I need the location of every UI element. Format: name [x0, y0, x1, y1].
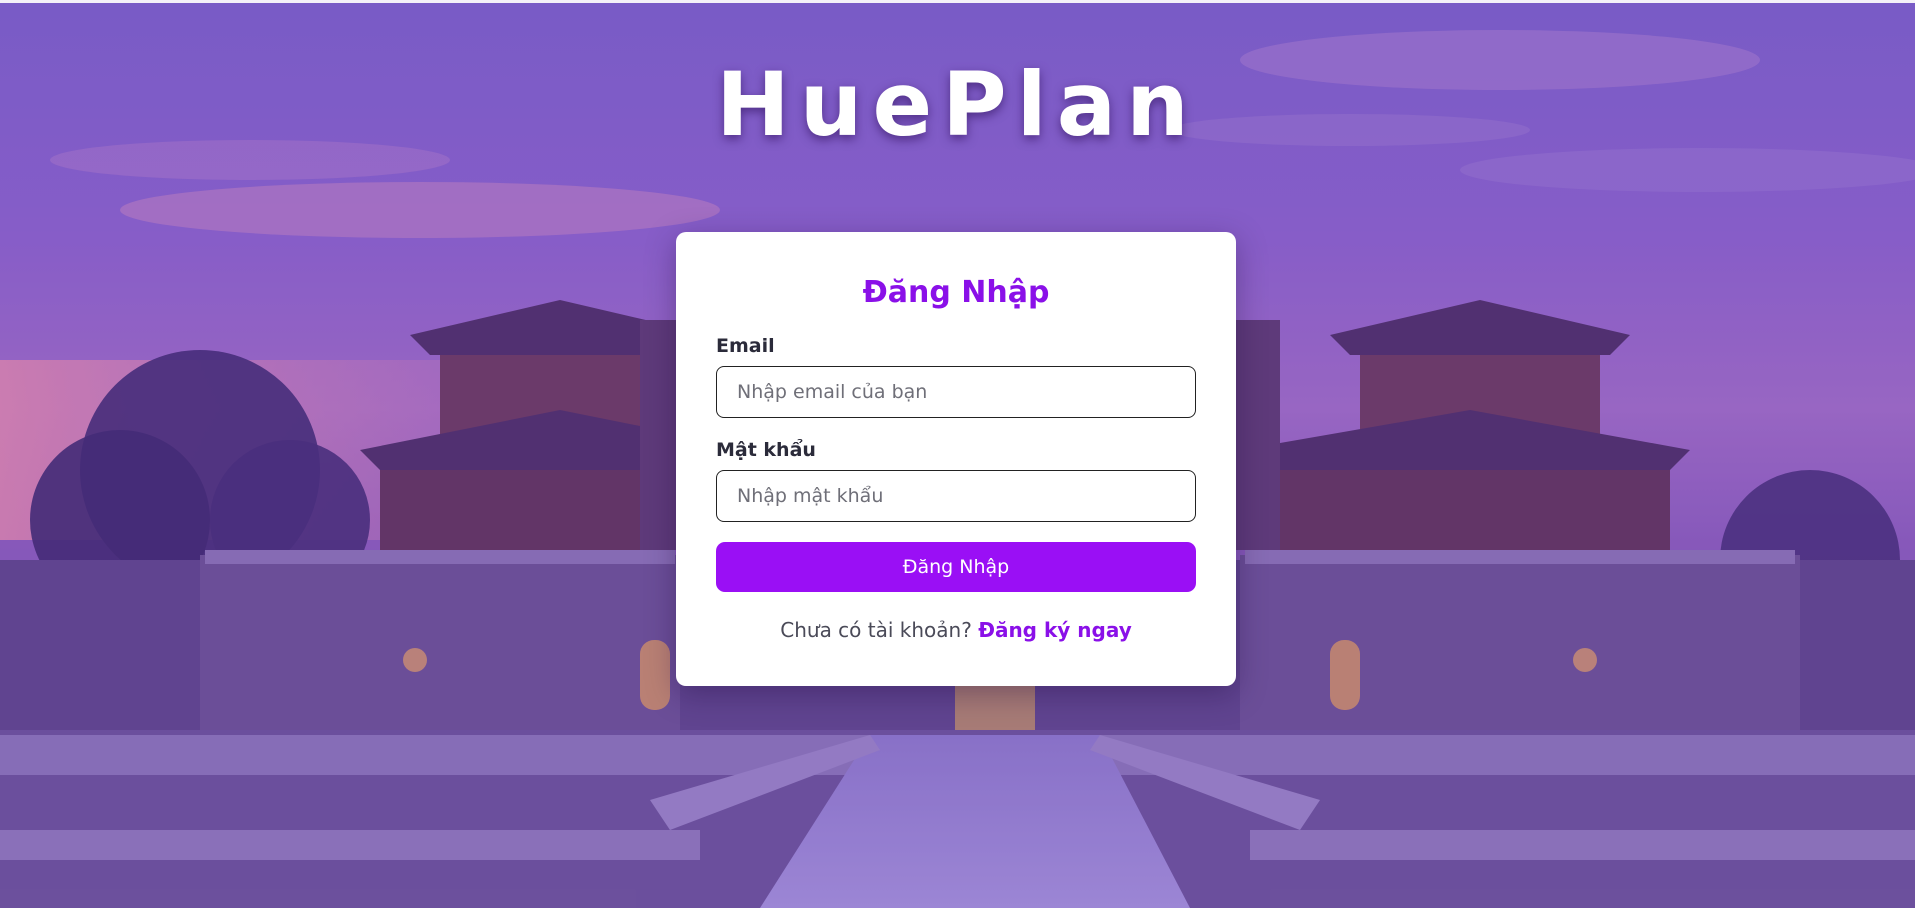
- signup-link[interactable]: Đăng ký ngay: [978, 618, 1132, 642]
- password-input[interactable]: [716, 470, 1196, 522]
- email-input[interactable]: [716, 366, 1196, 418]
- login-page: HuePlan Đăng Nhập Email Mật khẩu Đăng Nh…: [0, 0, 1915, 908]
- password-label: Mật khẩu: [716, 439, 816, 461]
- login-submit-button[interactable]: Đăng Nhập: [716, 542, 1196, 592]
- login-heading: Đăng Nhập: [862, 275, 1050, 310]
- signup-prompt: Chưa có tài khoản?: [780, 618, 979, 642]
- signup-row: Chưa có tài khoản? Đăng ký ngay: [716, 618, 1196, 642]
- email-label: Email: [716, 335, 775, 357]
- login-card: Đăng Nhập Email Mật khẩu Đăng Nhập Chưa …: [676, 232, 1236, 686]
- top-border: [0, 0, 1915, 3]
- brand-logo-text: HuePlan: [716, 53, 1199, 156]
